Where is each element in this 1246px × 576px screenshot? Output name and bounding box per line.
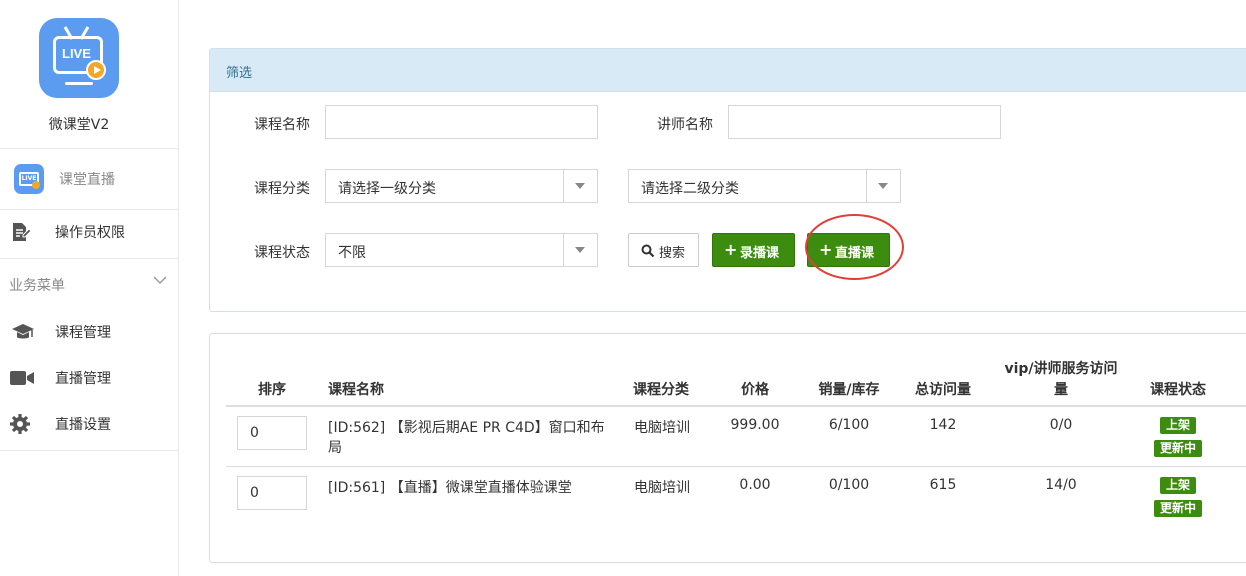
sidebar-item-label: 直播设置 (55, 417, 111, 433)
add-recorded-course-button[interactable]: + 录播课 (712, 233, 795, 267)
filter-panel-title: 筛选 (226, 66, 253, 81)
column-header-price: 价格 (741, 382, 769, 398)
visits-cell: 615 (929, 477, 957, 493)
sidebar-item-live-management[interactable]: 直播管理 (0, 358, 178, 398)
sidebar-item-label: 操作员权限 (55, 225, 125, 241)
category-cell: 电脑培训 (634, 480, 690, 496)
video-camera-icon (10, 371, 34, 385)
search-button[interactable]: 搜索 (628, 233, 699, 267)
column-header-sort: 排序 (258, 382, 286, 398)
filter-panel-header: 筛选 (210, 49, 1246, 92)
course-name-cell: [ID:562] 【影视后期AE PR C4D】窗口和布 (328, 420, 605, 436)
course-name-input[interactable] (325, 105, 598, 139)
status-badge-updating[interactable]: 更新中 (1154, 440, 1202, 457)
status-label: 课程状态 (254, 245, 310, 261)
logo-text: LIVE (62, 46, 91, 61)
column-header-visits: 总访问量 (915, 382, 971, 398)
sort-input[interactable]: 0 (237, 476, 307, 510)
category-cell: 电脑培训 (634, 420, 690, 436)
sales-cell: 6/100 (828, 417, 870, 433)
highlight-annotation (805, 214, 904, 280)
category1-select[interactable]: 请选择一级分类 (325, 169, 598, 203)
sidebar-item-label: 直播管理 (55, 371, 111, 387)
sidebar-item-live-class[interactable]: LIVE 课堂直播 (0, 159, 178, 199)
edit-document-icon (13, 223, 31, 241)
sidebar-item-operator-permission[interactable]: 操作员权限 (0, 212, 178, 252)
plus-icon: + (724, 240, 738, 259)
vip-visits-cell: 0/0 (1049, 417, 1073, 433)
course-name-cell: [ID:561] 【直播】微课堂直播体验课堂 (328, 480, 572, 496)
sidebar-group-label: 业务菜单 (9, 278, 65, 294)
table-header-divider (226, 405, 1246, 407)
live-tv-icon: LIVE (14, 164, 44, 194)
sales-cell: 0/100 (828, 477, 870, 493)
sidebar-item-label: 课程管理 (55, 325, 111, 341)
status-badge-updating[interactable]: 更新中 (1154, 500, 1202, 517)
visits-cell: 142 (929, 417, 957, 433)
status-badge-on-shelf[interactable]: 上架 (1160, 417, 1196, 434)
search-icon (641, 244, 655, 258)
column-header-vip-visits-line2: 量 (1054, 382, 1068, 398)
chevron-down-icon (866, 170, 900, 202)
column-header-sales: 销量/库存 (818, 382, 880, 398)
sidebar-item-course-management[interactable]: 课程管理 (0, 312, 178, 352)
category1-selected: 请选择一级分类 (338, 181, 436, 197)
price-cell: 999.00 (730, 417, 780, 433)
price-cell: 0.00 (739, 477, 771, 493)
app-name: 微课堂V2 (48, 117, 110, 133)
status-badge-on-shelf[interactable]: 上架 (1160, 477, 1196, 494)
gear-icon (10, 414, 30, 434)
category-label: 课程分类 (254, 181, 310, 197)
teacher-name-label: 讲师名称 (657, 117, 713, 133)
sidebar: LIVE 微课堂V2 LIVE 课堂直播 操作员权限 业务菜单 课程管理 直播管… (0, 0, 179, 576)
app-logo: LIVE (39, 18, 119, 98)
teacher-name-input[interactable] (728, 105, 1001, 139)
sidebar-item-live-settings[interactable]: 直播设置 (0, 404, 178, 444)
column-header-vip-visits: vip/讲师服务访问 (1004, 361, 1118, 377)
status-select[interactable]: 不限 (325, 233, 598, 267)
sort-input[interactable]: 0 (237, 416, 307, 450)
graduation-cap-icon (12, 324, 34, 339)
column-header-name: 课程名称 (328, 382, 384, 398)
category2-selected: 请选择二级分类 (641, 181, 739, 197)
vip-visits-cell: 14/0 (1045, 477, 1077, 493)
column-header-status: 课程状态 (1150, 382, 1206, 398)
column-header-category: 课程分类 (633, 382, 689, 398)
course-name-cell-line2: 局 (328, 440, 342, 456)
category2-select[interactable]: 请选择二级分类 (628, 169, 901, 203)
table-row-divider (226, 466, 1246, 467)
course-name-label: 课程名称 (254, 117, 310, 133)
chevron-down-icon (563, 234, 597, 266)
play-icon (86, 60, 106, 80)
chevron-down-icon (563, 170, 597, 202)
sidebar-item-label: 课堂直播 (59, 172, 115, 188)
status-selected: 不限 (338, 245, 366, 261)
chevron-down-icon[interactable] (152, 272, 168, 288)
